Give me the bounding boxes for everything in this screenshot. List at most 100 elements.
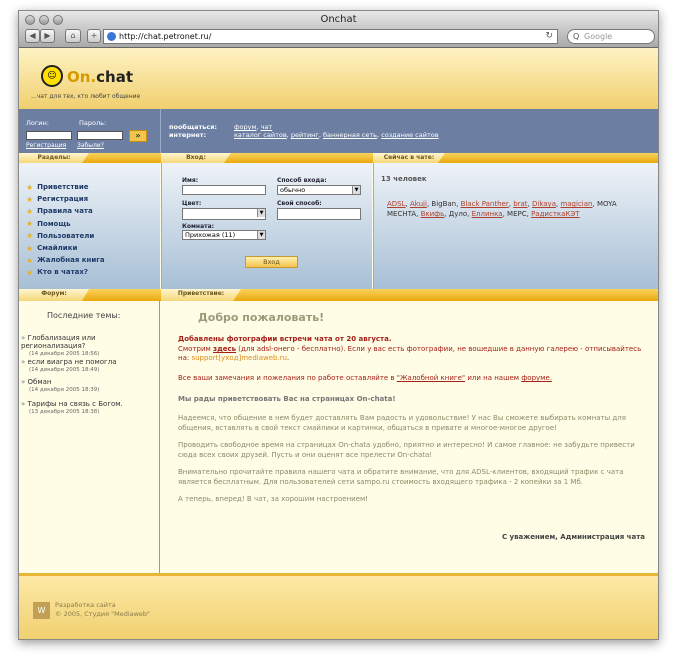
support-email[interactable]: support[уход]mediaweb.ru bbox=[191, 354, 287, 362]
forum-heading: Последние темы: bbox=[47, 311, 121, 320]
login-go-button[interactable]: » bbox=[129, 130, 147, 142]
menu-item[interactable]: ★ Жалобная книга bbox=[26, 254, 105, 266]
complaint-book-link[interactable]: "Жалобной книге" bbox=[397, 374, 465, 382]
url-text: http://chat.petronet.ru/ bbox=[119, 32, 212, 41]
topic-date: (14 декабря 2005 18:49) bbox=[29, 367, 100, 373]
topic-date: (13 декабря 2005 18:38) bbox=[29, 409, 100, 415]
user-link[interactable]: magician bbox=[560, 200, 592, 208]
back-button[interactable]: ◀ bbox=[25, 29, 40, 43]
home-icon[interactable]: ⌂ bbox=[65, 29, 81, 43]
paragraph-4: А теперь, вперед! В чат, за хорошим наст… bbox=[178, 495, 369, 503]
divider bbox=[160, 109, 161, 153]
menu-item-label: Смайлики bbox=[37, 244, 78, 253]
footer-dev: Разработка сайта bbox=[55, 601, 116, 609]
chevron-down-icon: ▼ bbox=[257, 209, 265, 217]
welcome-tab: Приветствие: bbox=[161, 289, 241, 301]
online-users: ADSL, Akuji, BigBan, Black Panther, brat… bbox=[387, 200, 617, 218]
menu-item[interactable]: ★ Смайлики bbox=[26, 242, 105, 254]
room-select[interactable]: Прихожая (11) ▼ bbox=[182, 230, 266, 240]
menu-item[interactable]: ★ Приветствие bbox=[26, 181, 105, 193]
menu-item-label: Правила чата bbox=[37, 207, 93, 216]
login-input[interactable] bbox=[26, 131, 72, 140]
chevron-down-icon: ▼ bbox=[352, 186, 360, 194]
chevron-down-icon: ▼ bbox=[257, 231, 265, 239]
footer-copyright: © 2005, Студия "Mediaweb" bbox=[55, 610, 151, 618]
sites-link[interactable]: создание сайтов bbox=[381, 131, 438, 139]
user-link[interactable]: Dikaya bbox=[532, 200, 556, 208]
reload-icon[interactable]: ↻ bbox=[545, 30, 553, 43]
logo-on: On. bbox=[67, 68, 97, 86]
user-link[interactable]: Akuji bbox=[410, 200, 427, 208]
forward-button[interactable]: ▶ bbox=[40, 29, 55, 43]
forum-topic[interactable]: » Глобализация или регионализация? (14 де… bbox=[21, 334, 156, 358]
paragraph-3: Внимательно прочитайте правила нашего ча… bbox=[178, 468, 624, 486]
room-value: Прихожая (11) bbox=[185, 231, 236, 239]
forum-topic[interactable]: » Обман (14 декабря 2005 18:39) bbox=[21, 378, 156, 394]
user-link[interactable]: brat bbox=[513, 200, 527, 208]
menu-item-label: Пользователи bbox=[37, 231, 95, 240]
search-field[interactable]: Google bbox=[567, 29, 655, 44]
banner-link[interactable]: баннерная сеть bbox=[323, 131, 377, 139]
online-panel: 13 человек ADSL, Akuji, BigBan, Black Pa… bbox=[373, 163, 658, 289]
forum-topic[interactable]: » Тарифы на связь с Богом. (13 декабря 20… bbox=[21, 400, 156, 416]
chat-link[interactable]: чат bbox=[261, 123, 273, 131]
color-select[interactable]: ▼ bbox=[182, 208, 266, 220]
login-label: Логин: bbox=[26, 119, 49, 127]
talk-label: пообщаться: bbox=[169, 123, 218, 131]
internet-label: интернет: bbox=[169, 131, 207, 139]
menu-item-label: Помощь bbox=[37, 219, 71, 228]
entry-tab: Вход: bbox=[161, 153, 231, 163]
forum-link-2[interactable]: форуме. bbox=[521, 374, 552, 382]
user-link[interactable]: Еллинка bbox=[472, 210, 503, 218]
forgot-link[interactable]: Забыли? bbox=[77, 142, 104, 149]
register-link[interactable]: Регистрация bbox=[26, 142, 66, 149]
top-bar: Логин: Пароль: » Регистрация Забыли? поо… bbox=[19, 109, 658, 153]
login-submit-button[interactable]: Вход bbox=[245, 256, 298, 268]
logo[interactable]: On.chat bbox=[67, 68, 133, 86]
star-icon: ★ bbox=[26, 255, 34, 265]
catalog-link[interactable]: каталог сайтов bbox=[234, 131, 287, 139]
page: ☺ On.chat ...чат для тех, кто любит обще… bbox=[19, 48, 658, 639]
mode-value: обычно bbox=[280, 186, 306, 194]
user-link[interactable]: Вкифь bbox=[421, 210, 445, 218]
forum-topic[interactable]: » если виагра не помогла (14 декабря 2005… bbox=[21, 358, 156, 374]
menu-item[interactable]: ★ Кто в чатах? bbox=[26, 266, 105, 278]
mode-select[interactable]: обычно ▼ bbox=[277, 185, 361, 195]
user-link[interactable]: ADSL bbox=[387, 200, 406, 208]
section-header-bar-2: Форум: Приветствие: bbox=[19, 289, 658, 301]
user-link[interactable]: Black Panther bbox=[461, 200, 509, 208]
name-input[interactable] bbox=[182, 185, 266, 195]
star-icon: ★ bbox=[26, 182, 34, 192]
user-name: Дуло bbox=[448, 210, 468, 218]
address-bar[interactable]: http://chat.petronet.ru/ ↻ bbox=[103, 29, 558, 44]
menu-item-label: Регистрация bbox=[37, 195, 89, 204]
star-icon: ★ bbox=[26, 194, 34, 204]
sections-menu: ★ Приветствие ★ Регистрация ★ Правила чата ★ По… bbox=[26, 181, 105, 279]
mediaweb-logo-icon[interactable]: W bbox=[33, 602, 50, 619]
menu-item[interactable]: ★ Помощь bbox=[26, 218, 105, 230]
photos-link[interactable]: здесь bbox=[213, 345, 236, 353]
user-link[interactable]: РадисткаКЭТ bbox=[531, 210, 579, 218]
password-input[interactable] bbox=[77, 131, 123, 140]
menu-item[interactable]: ★ Пользователи bbox=[26, 230, 105, 242]
menu-item[interactable]: ★ Правила чата bbox=[26, 205, 105, 217]
menu-item[interactable]: ★ Регистрация bbox=[26, 193, 105, 205]
logo-chat: chat bbox=[96, 68, 134, 86]
room-label: Комната: bbox=[182, 223, 215, 230]
paragraph-2: Проводить свободное время на страницах O… bbox=[178, 441, 635, 459]
menu-item-label: Жалобная книга bbox=[37, 256, 105, 265]
globe-icon bbox=[107, 32, 116, 41]
topic-title: если виагра не помогла bbox=[27, 358, 117, 366]
rating-link[interactable]: рейтинг bbox=[291, 131, 319, 139]
forum-link[interactable]: форум bbox=[234, 123, 256, 131]
news-text-3: . bbox=[287, 354, 290, 362]
add-bookmark-button[interactable]: + bbox=[87, 29, 101, 43]
online-tab: Сейчас в чате: bbox=[373, 153, 445, 163]
own-mode-input[interactable] bbox=[277, 208, 361, 220]
browser-toolbar: Onchat ◀ ▶ ⌂ + http://chat.petronet.ru/ ↻… bbox=[19, 11, 658, 48]
site-header: ☺ On.chat ...чат для тех, кто любит обще… bbox=[19, 48, 658, 109]
welcome-title: Добро пожаловать! bbox=[198, 311, 325, 324]
topic-date: (14 декабря 2005 18:56) bbox=[29, 351, 100, 357]
news: Добавлены фотографии встречи чата от 20 … bbox=[178, 335, 648, 364]
online-count: 13 человек bbox=[381, 175, 427, 183]
